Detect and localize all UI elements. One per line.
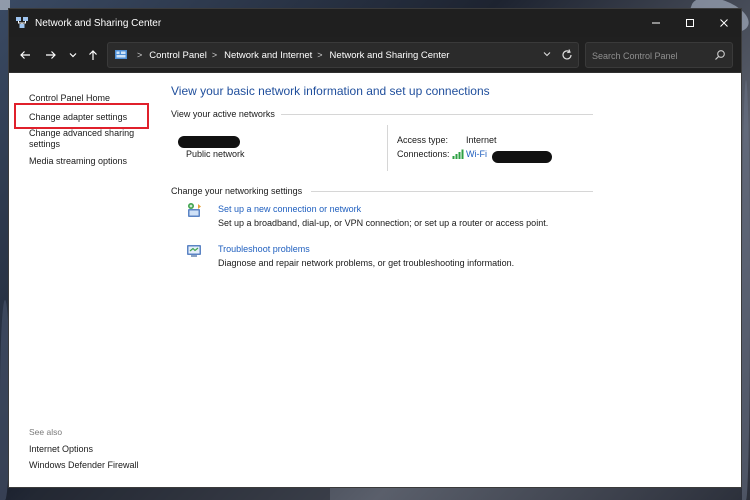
- main-content: View your basic network information and …: [159, 74, 741, 487]
- wifi-connection-link[interactable]: Wi-Fi: [466, 149, 487, 159]
- access-type-label: Access type:: [397, 135, 449, 145]
- window-title: Network and Sharing Center: [35, 17, 162, 29]
- redacted-ssid: [492, 151, 552, 163]
- chevron-down-icon[interactable]: [63, 45, 83, 65]
- address-dropdown-icon[interactable]: [542, 49, 552, 59]
- network-sharing-window: Network and Sharing Center > Control Pan…: [8, 8, 742, 488]
- search-input[interactable]: [592, 48, 702, 63]
- maximize-icon[interactable]: [673, 9, 707, 37]
- see-also-label: See also: [29, 427, 63, 437]
- troubleshoot-icon: [185, 242, 203, 260]
- breadcrumb-network-internet[interactable]: Network and Internet: [224, 50, 312, 61]
- back-arrow-icon[interactable]: [15, 45, 35, 65]
- wallpaper-shape: [30, 488, 330, 500]
- breadcrumb-separator: >: [211, 50, 218, 60]
- sidebar-link-change-advanced-sharing[interactable]: Change advanced sharing settings: [29, 128, 154, 150]
- title-bar[interactable]: Network and Sharing Center: [9, 9, 741, 37]
- forward-arrow-icon[interactable]: [41, 45, 61, 65]
- task-link-setup-connection[interactable]: Set up a new connection or network: [218, 204, 361, 214]
- sidebar-link-internet-options[interactable]: Internet Options: [29, 444, 154, 455]
- new-connection-icon: [185, 202, 203, 220]
- search-icon[interactable]: [714, 49, 726, 61]
- breadcrumb-separator: >: [317, 50, 323, 60]
- search-box[interactable]: [585, 42, 733, 68]
- up-arrow-icon[interactable]: [83, 45, 103, 65]
- task-desc-setup-connection: Set up a broadband, dial-up, or VPN conn…: [218, 218, 549, 228]
- network-info-divider: [387, 125, 388, 171]
- task-link-troubleshoot[interactable]: Troubleshoot problems: [218, 244, 310, 254]
- sidebar-link-media-streaming[interactable]: Media streaming options: [29, 156, 154, 167]
- connections-label: Connections:: [397, 149, 450, 159]
- navigation-bar: > Control Panel > Network and Internet >…: [9, 37, 741, 73]
- breadcrumb-control-panel[interactable]: Control Panel: [149, 50, 207, 61]
- close-icon[interactable]: [707, 9, 741, 37]
- access-type-value: Internet: [466, 135, 497, 145]
- address-bar[interactable]: > Control Panel > Network and Internet >…: [107, 42, 579, 68]
- section-divider: [311, 191, 593, 192]
- minimize-icon[interactable]: [639, 9, 673, 37]
- sidebar-link-change-adapter-settings[interactable]: Change adapter settings: [29, 112, 154, 123]
- change-settings-title: Change your networking settings: [171, 186, 303, 196]
- redacted-network-name: [178, 136, 240, 148]
- active-networks-title: View your active networks: [171, 109, 275, 119]
- control-panel-icon: [114, 48, 128, 62]
- breadcrumb-separator: >: [137, 50, 143, 60]
- page-title: View your basic network information and …: [171, 84, 490, 98]
- sidebar: Control Panel Home Change adapter settin…: [9, 74, 159, 487]
- task-desc-troubleshoot: Diagnose and repair network problems, or…: [218, 258, 515, 268]
- sidebar-link-windows-defender-firewall[interactable]: Windows Defender Firewall: [29, 460, 154, 471]
- refresh-icon[interactable]: [560, 48, 574, 62]
- wifi-signal-icon: [452, 149, 464, 159]
- wallpaper-shape: [742, 80, 750, 500]
- network-type-label: Public network: [186, 149, 245, 159]
- breadcrumb-network-sharing[interactable]: Network and Sharing Center: [330, 50, 450, 61]
- network-center-icon: [15, 16, 29, 30]
- section-divider: [281, 114, 593, 115]
